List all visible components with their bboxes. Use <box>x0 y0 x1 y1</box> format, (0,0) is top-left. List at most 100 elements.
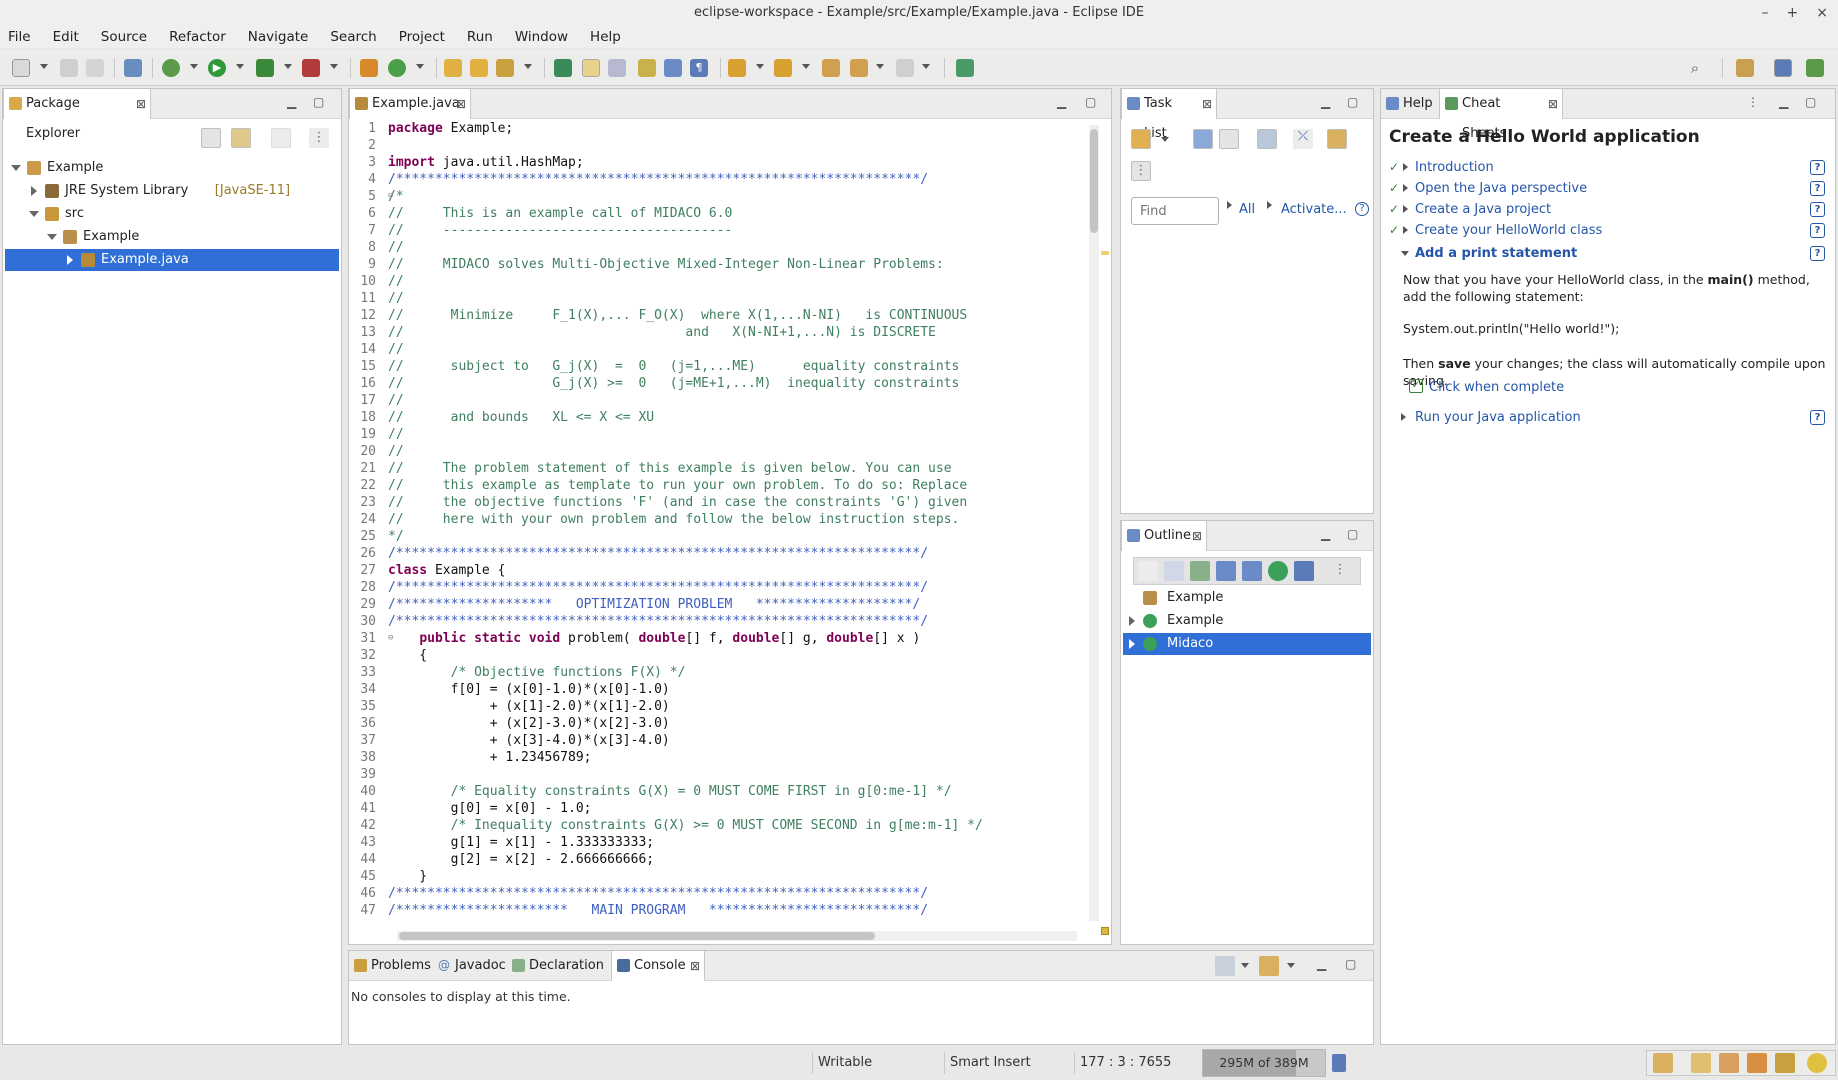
activate-link[interactable]: Activate... <box>1281 202 1347 217</box>
chevron-right-icon[interactable] <box>1129 616 1135 626</box>
open-type-icon[interactable] <box>444 59 462 77</box>
garbage-collect-icon[interactable] <box>1332 1054 1346 1072</box>
minimize-icon[interactable]: ▁ <box>1321 95 1330 109</box>
tab-help[interactable]: Help <box>1381 89 1439 119</box>
chevron-right-icon[interactable] <box>1129 639 1135 649</box>
categorized-icon[interactable] <box>1193 129 1213 149</box>
forward-icon[interactable] <box>896 59 914 77</box>
new-icon[interactable] <box>12 59 30 77</box>
chevron-down-icon[interactable] <box>11 165 21 171</box>
maximize-icon[interactable]: ▢ <box>1347 95 1358 109</box>
current-step[interactable]: Add a print statement ? <box>1381 243 1835 264</box>
maximize-icon[interactable]: ▢ <box>1347 527 1358 541</box>
close-icon[interactable]: ⊠ <box>456 89 466 119</box>
editor-vertical-scrollbar[interactable] <box>1089 125 1099 921</box>
open-perspective-icon[interactable] <box>1736 59 1754 77</box>
tab-outline[interactable]: Outline ⊠ <box>1121 521 1207 551</box>
show-only-my-tasks-icon[interactable] <box>1257 129 1277 149</box>
show-whitespace-icon[interactable] <box>664 59 682 77</box>
menu-window[interactable]: Window <box>515 29 568 45</box>
view-menu-icon[interactable]: ⋮ <box>1131 161 1151 181</box>
hide-static-icon[interactable] <box>1242 561 1262 581</box>
minimize-icon[interactable]: ▁ <box>1317 957 1326 971</box>
help-icon[interactable]: ? <box>1810 202 1825 217</box>
hide-non-public-icon[interactable] <box>1268 561 1288 581</box>
skip-breakpoints-icon[interactable] <box>124 59 142 77</box>
trimmed-view-icon-3[interactable] <box>1719 1053 1739 1073</box>
tab-task-list[interactable]: Task List ⊠ <box>1121 89 1217 141</box>
all-link[interactable]: All <box>1239 202 1255 217</box>
coverage-icon[interactable] <box>256 59 274 77</box>
editor-horizontal-scroll-thumb[interactable] <box>399 932 875 940</box>
close-icon[interactable]: ⊠ <box>1548 89 1558 119</box>
new-java-class-icon[interactable] <box>388 59 406 77</box>
help-icon[interactable]: ? <box>1355 202 1369 216</box>
sort-icon[interactable] <box>1190 561 1210 581</box>
tip-icon[interactable] <box>1807 1053 1827 1073</box>
external-tools-icon[interactable] <box>302 59 320 77</box>
trimmed-view-icon-2[interactable] <box>1691 1053 1711 1073</box>
coverage-dropdown-icon[interactable] <box>284 64 292 69</box>
editor-horizontal-scrollbar[interactable] <box>397 931 1077 941</box>
trimmed-view-icon-4[interactable] <box>1747 1053 1767 1073</box>
focus-icon[interactable] <box>271 128 291 148</box>
hide-local-types-icon[interactable] <box>1294 561 1314 581</box>
hide-completed-icon[interactable]: ⤫ <box>1293 129 1313 149</box>
chevron-down-icon[interactable] <box>47 234 57 240</box>
tab-cheat-sheets[interactable]: Cheat Sheets ⊠ <box>1439 89 1563 141</box>
menu-project[interactable]: Project <box>399 29 445 45</box>
forward-dropdown-icon[interactable] <box>922 64 930 69</box>
block-selection-icon[interactable] <box>608 59 626 77</box>
collapse-all-icon[interactable] <box>201 128 221 148</box>
minimize-icon[interactable]: ▁ <box>1779 95 1788 109</box>
search-dropdown-icon[interactable] <box>524 64 532 69</box>
fold-icon[interactable]: ⊖ <box>388 188 393 205</box>
back-icon[interactable] <box>850 59 868 77</box>
previous-annotation-icon[interactable] <box>774 59 792 77</box>
chevron-right-icon[interactable] <box>67 255 73 265</box>
outline-row[interactable]: Example <box>1123 610 1371 632</box>
view-menu-icon[interactable]: ⋮ <box>1747 95 1759 109</box>
maximize-icon[interactable]: ▢ <box>1345 957 1356 971</box>
menu-file[interactable]: File <box>8 29 31 45</box>
menu-search[interactable]: Search <box>330 29 376 45</box>
fold-icon[interactable]: ⊖ <box>388 630 393 647</box>
menu-edit[interactable]: Edit <box>53 29 79 45</box>
menu-source[interactable]: Source <box>101 29 147 45</box>
tree-row[interactable]: JRE System Library [JavaSE-11] <box>5 180 339 202</box>
menu-help[interactable]: Help <box>590 29 621 45</box>
display-console-dropdown-icon[interactable] <box>1241 963 1249 968</box>
search-tool-icon[interactable] <box>496 59 514 77</box>
help-icon[interactable]: ? <box>1810 246 1825 261</box>
outline-row[interactable]: Midaco <box>1123 633 1371 655</box>
next-annotation-dropdown-icon[interactable] <box>756 64 764 69</box>
new-task-icon[interactable] <box>1131 129 1151 149</box>
java-perspective-icon[interactable] <box>1774 59 1792 77</box>
previous-annotation-dropdown-icon[interactable] <box>802 64 810 69</box>
cheat-sheet-step[interactable]: ✓ Introduction? <box>1381 157 1835 178</box>
debug-icon[interactable] <box>162 59 180 77</box>
last-edit-location-icon[interactable] <box>822 59 840 77</box>
minimize-icon[interactable]: ▁ <box>1321 527 1330 541</box>
debug-dropdown-icon[interactable] <box>190 64 198 69</box>
cheat-sheet-step[interactable]: ✓ Create a Java project? <box>1381 199 1835 220</box>
debug-perspective-icon[interactable] <box>1806 59 1824 77</box>
menu-run[interactable]: Run <box>467 29 493 45</box>
menu-refactor[interactable]: Refactor <box>169 29 226 45</box>
expand-all-icon[interactable] <box>1164 561 1184 581</box>
menu-navigate[interactable]: Navigate <box>248 29 309 45</box>
tab-problems[interactable]: Problems <box>349 951 433 981</box>
maximize-window-icon[interactable]: + <box>1787 0 1799 26</box>
tree-row[interactable]: Example <box>5 226 339 248</box>
close-icon[interactable]: ⊠ <box>1192 521 1202 551</box>
help-icon[interactable]: ? <box>1810 160 1825 175</box>
chevron-down-icon[interactable] <box>29 211 39 217</box>
tab-example-java[interactable]: Example.java ⊠ <box>349 89 471 119</box>
task-find-input[interactable] <box>1131 197 1219 225</box>
tab-javadoc[interactable]: @ Javadoc <box>433 951 507 981</box>
help-icon[interactable]: ? <box>1810 223 1825 238</box>
cheat-sheet-step[interactable]: ✓ Create your HelloWorld class? <box>1381 220 1835 241</box>
scheduled-icon[interactable] <box>1219 129 1239 149</box>
tree-row[interactable]: Example.java <box>5 249 339 271</box>
clear-console-icon[interactable] <box>1187 956 1207 976</box>
